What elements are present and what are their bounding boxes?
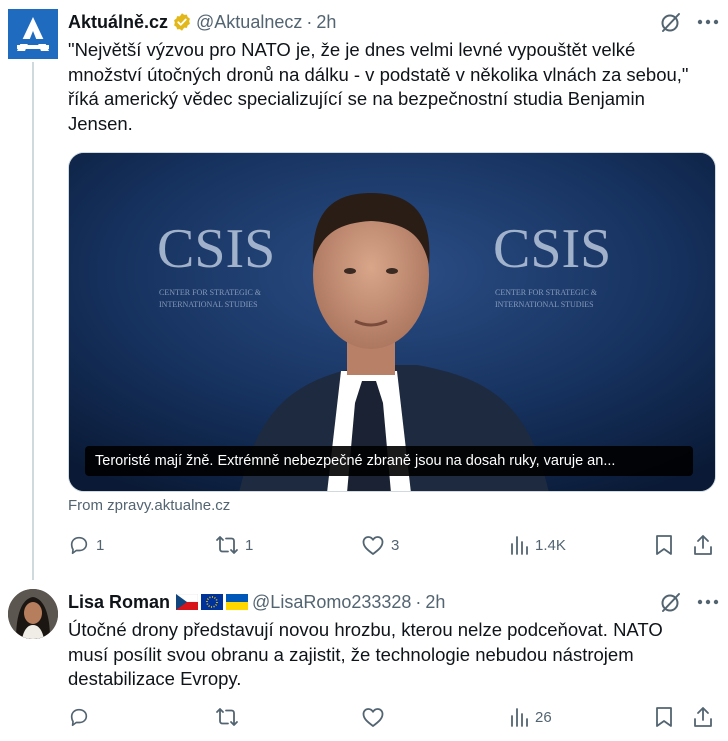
views-icon — [509, 535, 529, 555]
reply-button[interactable] — [68, 702, 96, 732]
repost-count: 1 — [245, 536, 254, 554]
tweet-aktualne[interactable]: Aktuálně.cz @Aktualnecz · 2h "Největší v… — [0, 0, 728, 580]
action-bar: 26 — [68, 702, 720, 732]
repost-button[interactable]: 1 — [215, 530, 253, 560]
backdrop-subtext-right-2: INTERNATIONAL STUDIES — [495, 300, 594, 309]
backdrop-subtext-right-1: CENTER FOR STRATEGIC & — [495, 288, 598, 297]
action-bar: 1 1 3 1.4K — [68, 530, 720, 560]
separator-dot: · — [415, 591, 422, 612]
like-button[interactable] — [361, 702, 391, 732]
like-icon — [361, 706, 385, 728]
author-name[interactable]: Lisa Roman — [68, 592, 170, 613]
repost-button[interactable] — [215, 702, 245, 732]
views-button[interactable]: 26 — [509, 702, 552, 732]
repost-icon — [215, 706, 239, 728]
author-handle[interactable]: @LisaRomo233328 — [252, 592, 411, 613]
bookmark-icon — [654, 534, 674, 556]
thread-line — [32, 62, 34, 580]
share-button[interactable] — [692, 702, 714, 732]
video-caption: Teroristé mají žně. Extrémně nebezpečné … — [85, 446, 693, 476]
eu-flag-icon — [201, 594, 224, 610]
like-button[interactable]: 3 — [361, 530, 399, 560]
tweet-text: "Největší výzvou pro NATO je, že je dnes… — [68, 39, 689, 134]
views-count: 1.4K — [535, 536, 566, 554]
tweet-header: Lisa Roman @LisaRomo233328 · 2h — [68, 590, 445, 614]
verified-gold-icon — [172, 12, 192, 32]
backdrop-logo-right: CSIS — [493, 218, 611, 280]
czech-flag-icon — [175, 593, 199, 610]
author-handle[interactable]: @Aktualnecz — [196, 12, 302, 33]
link-source[interactable]: From zpravy.aktualne.cz — [68, 497, 230, 514]
bookmark-icon — [654, 706, 674, 728]
reply-count: 1 — [96, 536, 105, 554]
backdrop-subtext-left-1: CENTER FOR STRATEGIC & — [159, 288, 262, 297]
share-button[interactable] — [692, 530, 714, 560]
repost-icon — [215, 534, 239, 556]
reply-icon — [68, 706, 90, 728]
grok-icon[interactable] — [659, 10, 683, 34]
views-button[interactable]: 1.4K — [509, 530, 566, 560]
video-player[interactable]: CSIS CENTER FOR STRATEGIC & INTERNATIONA… — [68, 152, 716, 492]
share-icon — [692, 706, 714, 728]
timestamp[interactable]: 2h — [425, 592, 445, 613]
like-count: 3 — [391, 536, 400, 554]
reply-icon — [68, 534, 90, 556]
profile-flags — [175, 593, 249, 610]
backdrop-subtext-left-2: INTERNATIONAL STUDIES — [159, 300, 258, 309]
like-icon — [361, 534, 385, 556]
grok-icon[interactable] — [659, 590, 683, 614]
more-icon[interactable] — [695, 590, 721, 614]
avatar[interactable] — [8, 589, 58, 639]
tweet-text: Útočné drony představují novou hrozbu, k… — [68, 619, 663, 689]
tweet-lisa-roman[interactable]: Lisa Roman @LisaRomo233328 · 2h Útočné d… — [0, 580, 728, 741]
video-frame: CSIS CENTER FOR STRATEGIC & INTERNATIONA… — [69, 153, 715, 491]
more-icon[interactable] — [695, 10, 721, 34]
reply-button[interactable]: 1 — [68, 530, 104, 560]
backdrop-logo-left: CSIS — [157, 218, 275, 280]
aktualne-logo-icon[interactable] — [8, 9, 58, 59]
views-icon — [509, 707, 529, 727]
share-icon — [692, 534, 714, 556]
separator-dot: · — [306, 11, 313, 32]
tweet-header: Aktuálně.cz @Aktualnecz · 2h — [68, 10, 336, 34]
ukraine-flag-icon — [226, 594, 249, 610]
bookmark-button[interactable] — [654, 530, 674, 560]
timestamp[interactable]: 2h — [316, 12, 336, 33]
author-name[interactable]: Aktuálně.cz — [68, 12, 168, 33]
views-count: 26 — [535, 708, 552, 726]
bookmark-button[interactable] — [654, 702, 674, 732]
